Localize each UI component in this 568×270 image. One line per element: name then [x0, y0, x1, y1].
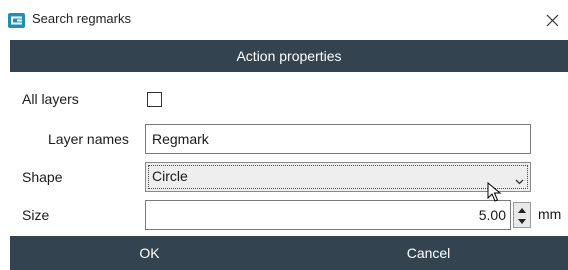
shape-select-value: Circle [152, 168, 188, 184]
dialog-footer: OK Cancel [10, 236, 568, 270]
shape-select[interactable]: Circle [145, 162, 531, 192]
size-label: Size [22, 207, 50, 223]
size-input[interactable]: 5.00 [145, 200, 511, 230]
close-icon[interactable] [542, 8, 564, 32]
spin-up-icon[interactable] [514, 203, 530, 215]
mouse-pointer-icon [487, 181, 503, 207]
window-title: Search regmarks [32, 11, 131, 26]
shape-label: Shape [22, 169, 63, 185]
all-layers-label: All layers [22, 91, 79, 107]
section-header: Action properties [10, 40, 568, 72]
size-unit-label: mm [538, 206, 562, 222]
layer-names-input[interactable]: Regmark [145, 124, 531, 154]
title-bar: Search regmarks [0, 0, 568, 40]
spin-down-icon[interactable] [514, 215, 530, 227]
app-logo-icon [8, 13, 25, 28]
ok-button[interactable]: OK [10, 236, 289, 270]
dialog-window: Search regmarks Action properties All la… [0, 0, 568, 270]
select-focus-ring [148, 165, 528, 189]
layer-names-label: Layer names [48, 131, 129, 147]
size-spinner [513, 202, 531, 228]
cancel-button[interactable]: Cancel [289, 236, 568, 270]
chevron-down-icon [515, 172, 524, 188]
all-layers-checkbox[interactable] [147, 92, 162, 107]
